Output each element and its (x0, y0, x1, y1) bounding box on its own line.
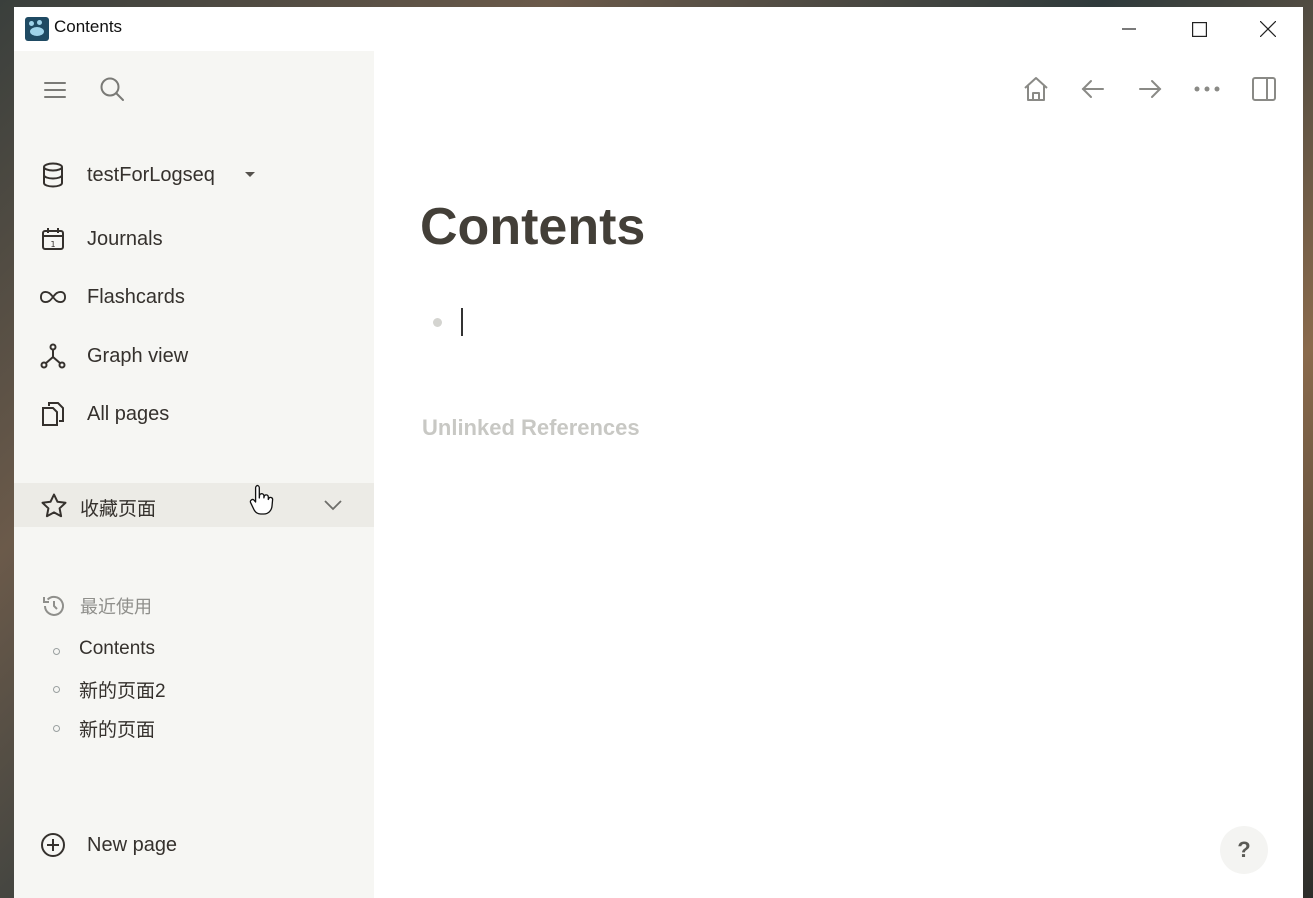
main-content: Contents Unlinked References ? (374, 51, 1303, 898)
graph-selector[interactable]: testForLogseq (14, 153, 374, 197)
search-button[interactable] (96, 73, 128, 105)
search-icon (100, 77, 124, 101)
block-bullet[interactable] (433, 318, 442, 327)
recent-item[interactable]: Contents (14, 634, 374, 668)
logseq-app-icon (25, 17, 49, 41)
sidebar-item-graph-view[interactable]: Graph view (14, 334, 374, 378)
home-icon (1024, 77, 1048, 101)
sidebar-right-icon (1252, 77, 1276, 101)
maximize-icon (1191, 21, 1207, 37)
hand-pointer-cursor-icon (249, 484, 274, 515)
back-button[interactable] (1076, 72, 1110, 106)
maximize-button[interactable] (1164, 7, 1234, 51)
help-button[interactable]: ? (1220, 826, 1268, 874)
favorites-label: 收藏页面 (80, 498, 157, 520)
new-page-label: New page (87, 833, 178, 856)
right-sidebar-toggle-button[interactable] (1247, 72, 1281, 106)
minimize-icon (1122, 28, 1136, 30)
close-button[interactable] (1233, 7, 1303, 51)
graph-icon (40, 343, 66, 369)
window-title: Contents (54, 17, 123, 36)
infinity-icon (40, 284, 66, 310)
sidebar-item-label: Journals (87, 227, 163, 250)
bullet-icon (53, 686, 60, 693)
bullet-icon (53, 725, 60, 732)
recent-item-label: Contents (79, 638, 156, 659)
hamburger-icon (44, 82, 66, 98)
forward-button[interactable] (1133, 72, 1167, 106)
more-horizontal-icon (1194, 86, 1220, 92)
arrow-left-icon (1081, 80, 1104, 98)
close-icon (1260, 21, 1276, 37)
recent-item-label: 新的页面2 (79, 681, 166, 702)
favorites-section-header[interactable]: 收藏页面 (14, 483, 374, 527)
title-bar: Contents (14, 7, 1303, 51)
page-title[interactable]: Contents (420, 197, 645, 257)
plus-circle-icon (40, 832, 66, 858)
sidebar-item-flashcards[interactable]: Flashcards (14, 275, 374, 319)
svg-text:1: 1 (50, 240, 55, 249)
calendar-icon: 1 (40, 226, 66, 252)
star-icon (41, 493, 67, 518)
unlinked-references-header[interactable]: Unlinked References (422, 415, 640, 441)
database-icon (40, 162, 66, 188)
left-sidebar: testForLogseq 1 Journals Flashcards Grap… (14, 51, 374, 898)
recent-item[interactable]: 新的页面2 (14, 672, 374, 706)
home-button[interactable] (1019, 72, 1053, 106)
recent-item[interactable]: 新的页面 (14, 711, 374, 745)
sidebar-item-label: Flashcards (87, 285, 185, 308)
new-page-button[interactable]: New page (14, 823, 374, 867)
pages-icon (40, 401, 66, 427)
menu-toggle-button[interactable] (40, 75, 70, 105)
text-caret (461, 308, 463, 336)
sidebar-item-all-pages[interactable]: All pages (14, 392, 374, 436)
bullet-icon (53, 648, 60, 655)
caret-down-icon (245, 172, 255, 177)
recent-item-label: 新的页面 (79, 720, 156, 741)
sidebar-item-journals[interactable]: 1 Journals (14, 217, 374, 261)
arrow-right-icon (1139, 80, 1162, 98)
app-window: Contents testForLogseq 1 Journals Flashc… (14, 7, 1303, 898)
recent-section-title: 最近使用 (80, 597, 152, 618)
sidebar-item-label: Graph view (87, 344, 189, 367)
graph-name: testForLogseq (87, 163, 215, 186)
minimize-button[interactable] (1094, 7, 1164, 51)
sidebar-item-label: All pages (87, 402, 170, 425)
more-options-button[interactable] (1190, 72, 1224, 106)
history-icon (43, 595, 64, 616)
chevron-down-icon (324, 500, 342, 511)
